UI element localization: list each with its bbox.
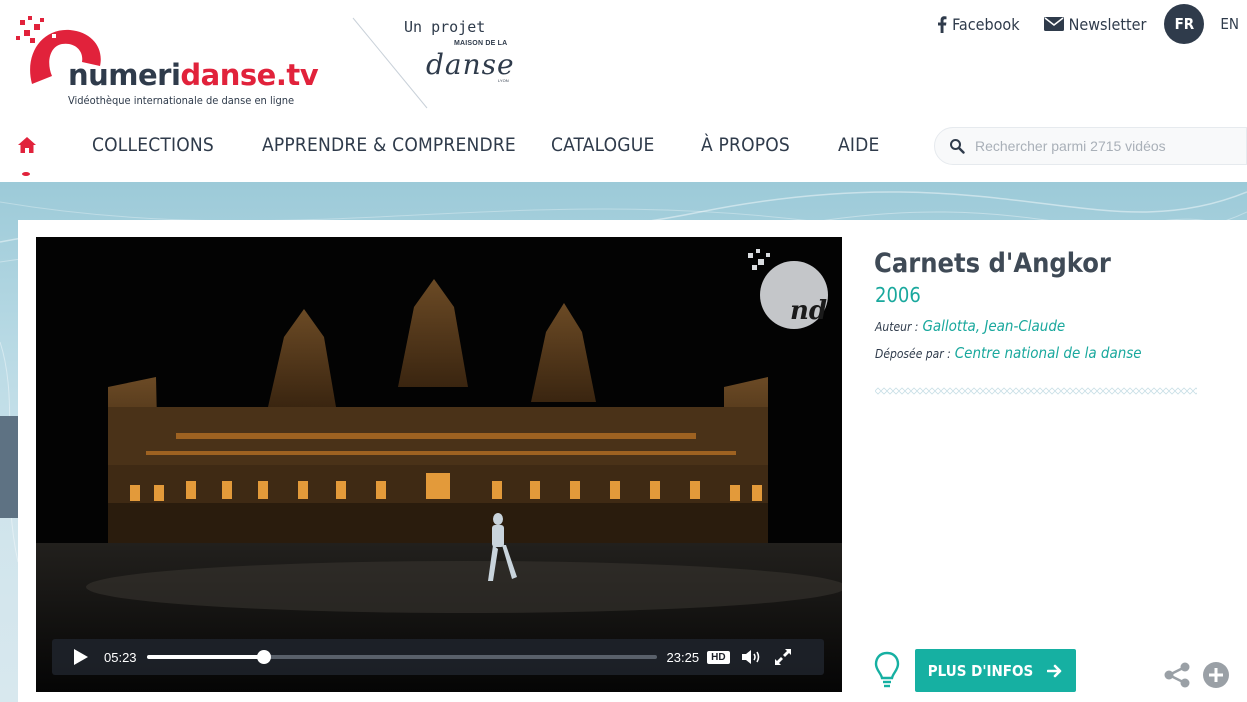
nav-item-collections[interactable]: COLLECTIONS xyxy=(92,134,214,156)
facebook-label: Facebook xyxy=(952,14,1020,34)
progress-fill xyxy=(146,655,264,659)
logo-wordmark: numeridanse.tv xyxy=(68,58,319,92)
video-frame xyxy=(36,237,842,692)
newsletter-link[interactable]: Newsletter xyxy=(1043,14,1147,34)
play-icon[interactable] xyxy=(70,647,90,667)
facebook-icon xyxy=(938,15,947,33)
nd-badge-text: nd xyxy=(790,296,827,326)
current-time: 05:23 xyxy=(104,649,137,665)
partner-city: LYON xyxy=(498,78,509,83)
info-separator xyxy=(875,386,1197,396)
site-logo[interactable]: numeridanse.tv Vidéothèque international… xyxy=(12,14,352,114)
work-title: Carnets d'Angkor xyxy=(874,248,1111,279)
side-tab[interactable] xyxy=(0,416,18,518)
partner-logo[interactable]: Un projet MAISON DE LA danse LYON xyxy=(402,18,532,88)
logo-tagline: Vidéothèque internationale de danse en l… xyxy=(68,94,295,107)
logo-wordmark-suffix: danse.tv xyxy=(180,58,319,92)
deposit-link[interactable]: Centre national de la danse xyxy=(955,344,1142,362)
work-deposit-row: Déposée par : Centre national de la dans… xyxy=(875,344,1142,362)
progress-handle[interactable] xyxy=(256,650,271,664)
video-player[interactable]: nd 05:23 23:25 HD xyxy=(36,237,842,692)
arrow-right-icon xyxy=(1047,664,1062,677)
nav-item-a-propos[interactable]: À PROPOS xyxy=(701,134,790,156)
lightbulb-icon xyxy=(874,651,900,688)
more-info-label: PLUS D'INFOS xyxy=(927,661,1034,680)
work-year: 2006 xyxy=(875,283,921,307)
logo-wordmark-prefix: numeri xyxy=(68,58,181,92)
search-input[interactable] xyxy=(975,138,1235,154)
partner-name: danse xyxy=(426,48,515,81)
work-author-row: Auteur : Gallotta, Jean-Claude xyxy=(875,317,1065,335)
share-icon[interactable] xyxy=(1163,661,1191,689)
nav-item-catalogue[interactable]: CATALOGUE xyxy=(551,134,654,156)
nav-item-aide[interactable]: AIDE xyxy=(838,134,880,156)
author-link[interactable]: Gallotta, Jean-Claude xyxy=(922,317,1065,335)
hd-toggle[interactable]: HD xyxy=(707,650,730,664)
volume-icon[interactable] xyxy=(740,648,764,666)
main-nav: COLLECTIONS APPRENDRE & COMPRENDRE CATAL… xyxy=(0,126,930,176)
lang-fr-button[interactable]: FR xyxy=(1164,4,1205,44)
site-header: numeridanse.tv Vidéothèque international… xyxy=(0,0,1247,182)
player-controls: 05:23 23:25 HD xyxy=(52,639,824,675)
nav-item-apprendre[interactable]: APPRENDRE & COMPRENDRE xyxy=(262,134,516,156)
home-icon[interactable] xyxy=(16,134,38,156)
facebook-link[interactable]: Facebook xyxy=(937,15,1020,34)
deposit-label: Déposée par : xyxy=(875,347,951,361)
lang-en-button[interactable]: EN xyxy=(1220,15,1239,33)
newsletter-label: Newsletter xyxy=(1068,14,1147,34)
envelope-icon xyxy=(1043,17,1064,31)
partner-intro: Un projet xyxy=(404,18,486,36)
nd-watermark-icon: nd xyxy=(748,249,828,329)
search-icon[interactable] xyxy=(949,138,965,154)
fullscreen-icon[interactable] xyxy=(774,648,792,666)
partner-name-top: MAISON DE LA xyxy=(454,40,508,47)
more-info-button[interactable]: PLUS D'INFOS xyxy=(915,649,1076,692)
top-links: Facebook Newsletter FR EN xyxy=(937,4,1239,44)
home-active-indicator xyxy=(22,172,30,176)
search-bar xyxy=(934,127,1247,165)
progress-bar[interactable] xyxy=(146,650,657,664)
duration: 23:25 xyxy=(666,649,700,665)
plus-circle-icon[interactable] xyxy=(1202,661,1230,689)
author-label: Auteur : xyxy=(875,320,919,334)
